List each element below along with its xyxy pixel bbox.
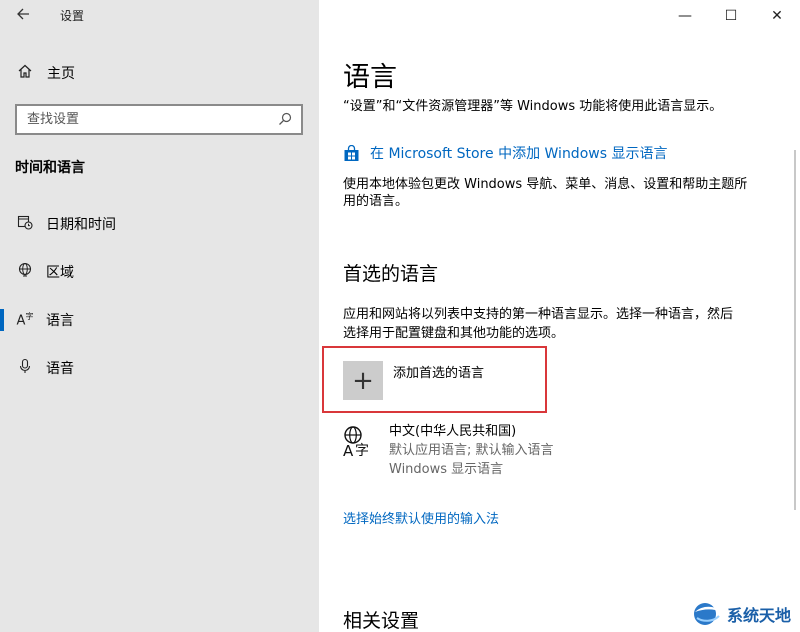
svg-text:A: A	[343, 442, 354, 460]
preferred-title: 首选的语言	[343, 263, 439, 285]
store-bag-icon	[343, 144, 360, 162]
sidebar-item-speech[interactable]: 语音	[0, 348, 319, 388]
page-title: 语言	[343, 62, 397, 93]
watermark-logo-icon	[691, 600, 723, 628]
language-name: 中文(中华人民共和国)	[389, 424, 517, 439]
watermark-text: 系统天地	[727, 606, 792, 625]
add-language-button[interactable]: +	[343, 361, 383, 400]
sidebar-item-label: 日期和时间	[46, 217, 116, 233]
intro-text: “设置”和“文件资源管理器”等 Windows 功能将使用此语言显示。	[343, 99, 723, 114]
watermark: 系统天地	[691, 600, 791, 628]
language-icon: A字	[343, 424, 379, 460]
sidebar-item-label: 语音	[46, 361, 74, 377]
main-content: — ☐ ✕ 语言 “设置”和“文件资源管理器”等 Windows 功能将使用此语…	[319, 0, 800, 632]
maximize-icon: ☐	[724, 8, 738, 24]
add-language-label[interactable]: 添加首选的语言	[393, 362, 484, 381]
globe-icon	[16, 262, 34, 282]
minimize-icon: —	[678, 8, 692, 24]
language-detail-1: 默认应用语言; 默认输入语言	[389, 443, 554, 458]
search-icon[interactable]	[277, 111, 293, 127]
sidebar-item-label: 主页	[47, 66, 75, 82]
sidebar-item-date-time[interactable]: 日期和时间	[0, 204, 319, 244]
sidebar: 设置 主页 时间和语言 日期和时间 区域 A字 语言 语音	[0, 0, 319, 632]
arrow-left-icon[interactable]	[12, 6, 34, 28]
language-detail-2: Windows 显示语言	[389, 462, 504, 477]
close-icon: ✕	[771, 8, 783, 24]
sidebar-item-label: 区域	[46, 265, 74, 281]
maximize-button[interactable]: ☐	[708, 0, 754, 32]
home-icon	[16, 63, 34, 83]
preferred-desc-line2: 选择用于配置键盘和其他功能的选项。	[343, 326, 565, 341]
plus-icon: +	[352, 365, 374, 396]
search-box[interactable]	[15, 104, 303, 135]
store-desc-line2: 用的语言。	[343, 194, 409, 209]
scrollbar[interactable]	[794, 150, 796, 510]
language-icon: A字	[16, 312, 34, 329]
microphone-icon	[16, 358, 34, 378]
window-title: 设置	[60, 9, 85, 23]
svg-text:字: 字	[355, 443, 369, 459]
default-input-link[interactable]: 选择始终默认使用的输入法	[343, 508, 499, 527]
calendar-clock-icon	[16, 214, 34, 234]
close-button[interactable]: ✕	[754, 0, 800, 32]
sidebar-item-language[interactable]: A字 语言	[0, 300, 319, 340]
selection-indicator	[0, 309, 4, 331]
search-input[interactable]	[17, 106, 267, 133]
sidebar-item-label: 语言	[46, 313, 74, 329]
preferred-desc-line1: 应用和网站将以列表中支持的第一种语言显示。选择一种语言，然后	[343, 307, 734, 322]
store-link-label: 在 Microsoft Store 中添加 Windows 显示语言	[370, 146, 668, 162]
related-settings-title: 相关设置	[343, 610, 420, 632]
section-title: 时间和语言	[15, 160, 85, 176]
sidebar-item-region[interactable]: 区域	[0, 252, 319, 292]
minimize-button[interactable]: —	[662, 0, 708, 32]
sidebar-item-home[interactable]: 主页	[16, 63, 75, 83]
store-link[interactable]: 在 Microsoft Store 中添加 Windows 显示语言	[343, 143, 667, 163]
